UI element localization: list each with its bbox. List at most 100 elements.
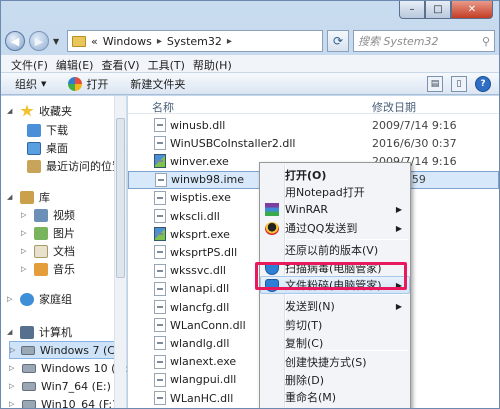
context-menu-item[interactable]: 删除(D) bbox=[260, 371, 410, 389]
menu-view[interactable]: 查看(V) bbox=[97, 55, 143, 72]
expand-icon[interactable]: ◢ bbox=[7, 107, 15, 115]
expand-icon[interactable]: ◢ bbox=[7, 328, 15, 336]
context-menu-label: 用Notepad打开 bbox=[285, 186, 365, 199]
file-row[interactable]: WinUSBCoInstaller2.dll 2016/6/30 0:37 bbox=[128, 134, 499, 152]
address-row: ◀ ▶ ▼ « Windows ▸ System32 ▸ ⟳ 搜索 System… bbox=[5, 29, 495, 53]
nav-drive-c[interactable]: ▷ Windows 7 (C:) bbox=[9, 341, 124, 359]
address-segment-system32[interactable]: System32 bbox=[167, 35, 222, 48]
library-icon bbox=[20, 190, 34, 204]
new-folder-label: 新建文件夹 bbox=[130, 77, 186, 91]
nav-scrollbar[interactable] bbox=[114, 96, 126, 408]
expand-icon[interactable]: ◢ bbox=[7, 193, 15, 201]
open-button[interactable]: 打开 bbox=[68, 76, 108, 92]
organize-button[interactable]: 组织 ▼ bbox=[15, 76, 46, 92]
nav-label: 库 bbox=[39, 191, 50, 204]
file-name: winwb98.ime bbox=[171, 173, 245, 187]
context-menu-item[interactable]: 复制(C) bbox=[260, 334, 410, 352]
drive-icon bbox=[22, 399, 36, 408]
search-placeholder: 搜索 System32 bbox=[358, 35, 439, 48]
context-menu-label: 发送到(N) bbox=[285, 300, 335, 313]
collapsed-icon[interactable]: ▷ bbox=[21, 211, 29, 219]
context-menu-item[interactable]: 发送到(N) ▶ bbox=[260, 297, 410, 315]
dll-file-icon bbox=[154, 336, 166, 351]
collapsed-icon[interactable]: ▷ bbox=[21, 265, 29, 273]
file-row[interactable]: winusb.dll 2009/7/14 9:16 bbox=[128, 116, 499, 134]
context-menu-item[interactable]: 打开(O) bbox=[260, 166, 410, 184]
new-folder-button[interactable]: 新建文件夹 bbox=[130, 76, 185, 92]
collapsed-icon[interactable]: ▷ bbox=[21, 229, 29, 237]
forward-button[interactable]: ▶ bbox=[29, 31, 49, 51]
close-button[interactable]: ✕ bbox=[451, 1, 493, 19]
nav-drive-f[interactable]: ▷ Win10_64 (F:) bbox=[9, 395, 117, 409]
context-menu-item[interactable]: 创建快捷方式(S) bbox=[260, 353, 410, 371]
column-date[interactable]: 修改日期 bbox=[372, 99, 416, 115]
nav-pictures[interactable]: ▷ 图片 bbox=[21, 224, 75, 242]
view-options-icon[interactable]: ▤ bbox=[427, 76, 443, 92]
address-segment-windows[interactable]: Windows bbox=[103, 35, 152, 48]
help-icon[interactable]: ? bbox=[475, 76, 491, 92]
collapsed-icon[interactable]: ▷ bbox=[9, 364, 17, 372]
context-menu-item[interactable]: WinRAR ▶ bbox=[260, 200, 410, 218]
nav-videos[interactable]: ▷ 视频 bbox=[21, 206, 75, 224]
menu-help[interactable]: 帮助(H) bbox=[189, 55, 236, 72]
address-separator-icon[interactable]: ▸ bbox=[227, 36, 232, 47]
magnifier-icon[interactable]: ⚲ bbox=[482, 35, 490, 48]
context-menu-label: 删除(D) bbox=[285, 374, 325, 387]
context-menu-item[interactable]: 剪切(T) bbox=[260, 316, 410, 334]
nav-music[interactable]: ▷ 音乐 bbox=[21, 260, 75, 278]
nav-recent[interactable]: 最近访问的位置 bbox=[27, 157, 123, 175]
nav-label: 家庭组 bbox=[39, 293, 72, 306]
context-menu-item[interactable]: 通过QQ发送到 ▶ bbox=[260, 219, 410, 237]
maximize-button[interactable]: □ bbox=[425, 1, 451, 19]
address-prefix[interactable]: « bbox=[91, 35, 98, 48]
collapsed-icon[interactable]: ▷ bbox=[10, 346, 16, 354]
nav-scrollbar-thumb[interactable] bbox=[116, 118, 125, 278]
dll-file-icon bbox=[154, 209, 166, 223]
refresh-button[interactable]: ⟳ bbox=[327, 30, 349, 52]
collapsed-icon[interactable]: ▷ bbox=[9, 382, 17, 390]
annotation-highlight-box bbox=[255, 262, 407, 290]
file-name: winusb.dll bbox=[170, 118, 226, 132]
context-menu-item[interactable]: 还原以前的版本(V) bbox=[260, 241, 410, 259]
address-bar[interactable]: « Windows ▸ System32 ▸ bbox=[67, 30, 323, 52]
nav-label: 图片 bbox=[53, 227, 75, 240]
minimize-button[interactable]: – bbox=[399, 1, 425, 19]
context-menu-item[interactable]: 用Notepad打开 bbox=[260, 183, 410, 201]
menu-edit[interactable]: 编辑(E) bbox=[52, 55, 98, 72]
nav-label: 计算机 bbox=[39, 326, 72, 339]
submenu-arrow-icon: ▶ bbox=[395, 204, 402, 214]
explorer-window: – □ ✕ ◀ ▶ ▼ « Windows ▸ System32 ▸ ⟳ 搜索 … bbox=[0, 0, 500, 409]
drive-icon bbox=[20, 345, 35, 355]
column-name[interactable]: 名称 bbox=[152, 99, 174, 115]
back-button[interactable]: ◀ bbox=[5, 31, 25, 51]
context-menu-item[interactable]: 属性(R) bbox=[260, 405, 410, 408]
preview-pane-icon[interactable]: ▯ bbox=[451, 76, 467, 92]
context-menu-label: 重命名(M) bbox=[285, 391, 337, 404]
nav-desktop[interactable]: 桌面 bbox=[27, 139, 68, 157]
nav-downloads[interactable]: 下载 bbox=[27, 121, 68, 139]
nav-label: Win10_64 (F:) bbox=[41, 397, 117, 409]
search-input[interactable]: 搜索 System32 ⚲ bbox=[353, 30, 495, 52]
nav-favorites[interactable]: ◢ 收藏夹 bbox=[7, 102, 72, 120]
menu-tools[interactable]: 工具(T) bbox=[144, 55, 189, 72]
file-name: wkscli.dll bbox=[170, 209, 220, 223]
collapsed-icon[interactable]: ▷ bbox=[21, 247, 29, 255]
nav-documents[interactable]: ▷ 文档 bbox=[21, 242, 75, 260]
context-menu-item[interactable]: 重命名(M) bbox=[260, 388, 410, 406]
nav-computer[interactable]: ◢ 计算机 bbox=[7, 323, 72, 341]
context-menu-label: 通过QQ发送到 bbox=[285, 222, 358, 235]
chevron-down-icon: ▼ bbox=[41, 79, 47, 88]
context-menu-label: 打开(O) bbox=[285, 169, 327, 182]
submenu-arrow-icon: ▶ bbox=[395, 223, 402, 233]
nav-libraries[interactable]: ◢ 库 bbox=[7, 188, 50, 206]
history-dropdown-icon[interactable]: ▼ bbox=[53, 37, 63, 46]
submenu-arrow-icon: ▶ bbox=[395, 301, 402, 311]
nav-label: Windows 7 (C:) bbox=[39, 343, 123, 357]
nav-drive-e[interactable]: ▷ Win7_64 (E:) bbox=[9, 377, 111, 395]
nav-homegroup[interactable]: ▷ 家庭组 bbox=[7, 290, 72, 308]
menu-file[interactable]: 文件(F) bbox=[7, 55, 52, 72]
file-name: wlangpui.dll bbox=[170, 373, 237, 387]
collapsed-icon[interactable]: ▷ bbox=[7, 295, 15, 303]
collapsed-icon[interactable]: ▷ bbox=[9, 400, 17, 408]
address-separator-icon[interactable]: ▸ bbox=[157, 36, 162, 47]
